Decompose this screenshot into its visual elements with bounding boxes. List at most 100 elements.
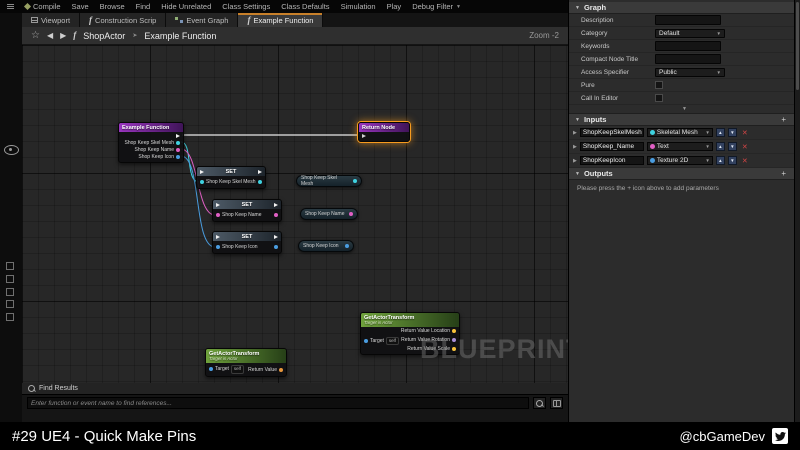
- breadcrumb-parent[interactable]: ShopActor: [83, 31, 125, 41]
- param-type-dropdown[interactable]: Texture 2D▼: [647, 156, 713, 165]
- move-up-button[interactable]: ▲: [716, 156, 725, 165]
- tab-viewport[interactable]: Viewport: [22, 13, 80, 27]
- param-name-field[interactable]: ShopKeepSkelMesh: [580, 128, 644, 137]
- add-input-button[interactable]: +: [781, 115, 786, 124]
- compact-node-title-field[interactable]: [655, 54, 721, 64]
- outputs-section-header[interactable]: ▼ Outputs +: [569, 168, 800, 180]
- toolbar-class-settings[interactable]: Class Settings: [222, 2, 270, 11]
- move-down-button[interactable]: ▼: [728, 156, 737, 165]
- exec-in-pin[interactable]: [200, 170, 204, 174]
- node-set-name[interactable]: SET Shop Keep Name: [212, 199, 282, 222]
- exec-out-pin[interactable]: [274, 203, 278, 207]
- self-value[interactable]: self: [386, 337, 399, 345]
- toolbar-debug-filter[interactable]: Debug Filter▼: [412, 2, 461, 11]
- tab-construction-script[interactable]: fConstruction Scrip: [80, 13, 166, 27]
- exec-out-pin[interactable]: [258, 170, 262, 174]
- exec-in-pin[interactable]: [362, 134, 366, 138]
- description-field[interactable]: [655, 15, 721, 25]
- favorite-star-icon[interactable]: ☆: [31, 31, 40, 41]
- exec-out-pin[interactable]: [274, 235, 278, 239]
- value-out-pin[interactable]: [353, 179, 357, 183]
- find-search-button[interactable]: [533, 397, 546, 409]
- pure-checkbox[interactable]: [655, 81, 663, 89]
- delete-param-button[interactable]: ✕: [742, 157, 748, 165]
- param-name-field[interactable]: ShopKeep_Name: [580, 142, 644, 151]
- toolbar-browse[interactable]: Browse: [100, 2, 125, 11]
- tab-example-function[interactable]: fExample Function: [238, 13, 323, 27]
- value-in-pin[interactable]: [216, 213, 220, 217]
- dock-tab-icon[interactable]: [6, 288, 14, 296]
- forward-arrow-icon[interactable]: ▶: [60, 32, 66, 40]
- target-pin[interactable]: [364, 339, 368, 343]
- toolbar-compile[interactable]: Compile: [25, 2, 61, 11]
- exec-in-pin[interactable]: [216, 203, 220, 207]
- exec-in-pin[interactable]: [216, 235, 220, 239]
- param-name-field[interactable]: ShopKeepIcon: [580, 156, 644, 165]
- dock-tab-icon[interactable]: [6, 275, 14, 283]
- tab-event-graph[interactable]: Event Graph: [166, 13, 238, 27]
- param-type-dropdown[interactable]: Skeletal Mesh▼: [647, 128, 713, 137]
- toolbar-save[interactable]: Save: [72, 2, 89, 11]
- value-out-pin[interactable]: [349, 212, 353, 216]
- node-get-actor-transform-2[interactable]: GetActorTransform Target is Actor Target…: [205, 348, 287, 377]
- move-down-button[interactable]: ▼: [728, 142, 737, 151]
- expand-caret-icon[interactable]: ▶: [573, 158, 577, 164]
- node-var-skel-mesh[interactable]: Shop Keep Skel Mesh: [296, 175, 362, 187]
- node-example-function[interactable]: Example Function Shop Keep Skel Mesh Sho…: [118, 122, 184, 163]
- move-down-button[interactable]: ▼: [728, 128, 737, 137]
- value-in-pin[interactable]: [200, 180, 204, 184]
- call-in-editor-checkbox[interactable]: [655, 94, 663, 102]
- delete-param-button[interactable]: ✕: [742, 129, 748, 137]
- toolbar-class-defaults[interactable]: Class Defaults: [281, 2, 329, 11]
- graph-section-header[interactable]: ▼ Graph: [569, 2, 800, 14]
- node-set-skel-mesh[interactable]: SET Shop Keep Skel Mesh: [196, 166, 266, 189]
- dock-tab-icon[interactable]: [6, 313, 14, 321]
- param-type-dropdown[interactable]: Text▼: [647, 142, 713, 151]
- icon-pin[interactable]: [176, 155, 180, 159]
- target-pin[interactable]: [209, 367, 213, 371]
- skel-mesh-pin[interactable]: [176, 141, 180, 145]
- scrollbar-thumb[interactable]: [796, 2, 799, 90]
- add-output-button[interactable]: +: [781, 169, 786, 178]
- node-subtitle: Target is Actor: [364, 321, 393, 326]
- toolbar-play[interactable]: Play: [387, 2, 402, 11]
- back-arrow-icon[interactable]: ◀: [47, 32, 53, 40]
- expand-caret-icon[interactable]: ▶: [573, 130, 577, 136]
- value-out-pin[interactable]: [274, 245, 278, 249]
- breadcrumb-current[interactable]: Example Function: [144, 31, 216, 41]
- location-pin[interactable]: [452, 329, 456, 333]
- find-input[interactable]: [27, 397, 529, 409]
- value-in-pin[interactable]: [216, 245, 220, 249]
- transform-pin[interactable]: [279, 368, 283, 372]
- keywords-field[interactable]: [655, 41, 721, 51]
- expand-caret-icon[interactable]: ▶: [573, 144, 577, 150]
- exec-out-pin[interactable]: [176, 134, 180, 138]
- details-scrollbar[interactable]: [794, 0, 800, 422]
- move-up-button[interactable]: ▲: [716, 128, 725, 137]
- find-in-blueprints-button[interactable]: [550, 397, 563, 409]
- category-dropdown[interactable]: Default▼: [655, 29, 725, 38]
- node-var-icon[interactable]: Shop Keep Icon: [298, 240, 354, 252]
- inputs-section-header[interactable]: ▼ Inputs +: [569, 114, 800, 126]
- toolbar-simulation[interactable]: Simulation: [341, 2, 376, 11]
- toolbar-find[interactable]: Find: [136, 2, 151, 11]
- value-out-pin[interactable]: [274, 213, 278, 217]
- blueprint-graph-canvas[interactable]: Example Function Shop Keep Skel Mesh Sho…: [22, 45, 568, 383]
- dock-tab-icon[interactable]: [6, 300, 14, 308]
- self-value[interactable]: self: [231, 365, 244, 373]
- move-up-button[interactable]: ▲: [716, 142, 725, 151]
- eye-icon[interactable]: [4, 145, 19, 155]
- node-set-icon[interactable]: SET Shop Keep Icon: [212, 231, 282, 254]
- node-var-name[interactable]: Shop Keep Name: [300, 208, 358, 220]
- section-expander[interactable]: ▼: [569, 105, 800, 114]
- menu-icon[interactable]: [7, 4, 14, 9]
- find-results-header[interactable]: Find Results: [22, 383, 568, 395]
- dock-tab-icon[interactable]: [6, 262, 14, 270]
- value-out-pin[interactable]: [258, 180, 262, 184]
- name-pin[interactable]: [176, 148, 180, 152]
- delete-param-button[interactable]: ✕: [742, 143, 748, 151]
- toolbar-hide-unrelated[interactable]: Hide Unrelated: [161, 2, 211, 11]
- access-specifier-dropdown[interactable]: Public▼: [655, 68, 725, 77]
- value-out-pin[interactable]: [345, 244, 349, 248]
- node-return[interactable]: Return Node: [358, 122, 410, 142]
